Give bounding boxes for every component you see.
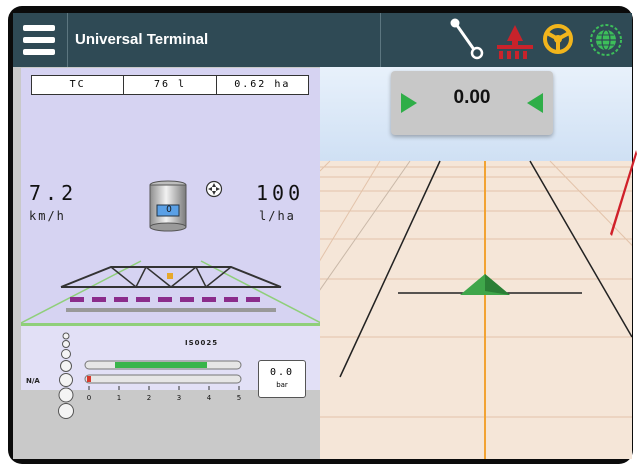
implement-link-icon[interactable] [449, 17, 485, 61]
speed-value: 7.2 [29, 181, 78, 205]
header-divider [67, 13, 68, 67]
rate-value: 100 [256, 181, 305, 205]
rate-unit: l/ha [259, 209, 296, 223]
pressure-gauge: 0 1 2 3 4 5 [84, 360, 242, 402]
scale-label: 4 [207, 394, 212, 402]
steer-left-icon [527, 93, 543, 113]
speed-unit: km/h [29, 209, 66, 223]
gnss-globe-icon[interactable] [589, 23, 623, 57]
totals-tabs: TC 76 l 0.62 ha [31, 75, 309, 95]
pressure-unit: bar [276, 381, 288, 389]
nozzle-stack-icon[interactable] [57, 331, 75, 423]
boom-diagram [21, 260, 321, 323]
scale-label: 1 [117, 394, 121, 402]
scale-label: 5 [237, 394, 241, 402]
top-bar: Universal Terminal [13, 13, 632, 67]
terminal-screen: Universal Terminal TC 76 l 0.62 ha 7.2 k… [13, 13, 632, 459]
header-divider [380, 13, 381, 67]
scale-label: 3 [177, 394, 181, 402]
nozzle-name: IS0025 [185, 339, 219, 347]
menu-icon[interactable] [23, 25, 55, 55]
tab-area[interactable]: 0.62 ha [217, 76, 308, 94]
scale-label: 2 [147, 394, 151, 402]
pressure-value: 0.0 [269, 367, 295, 378]
boom-sections-icon[interactable] [495, 21, 535, 61]
nozzle-status: N/A [26, 377, 40, 385]
callout-pointer [610, 150, 637, 236]
tab-volume[interactable]: 76 l [124, 76, 217, 94]
page-title: Universal Terminal [75, 31, 209, 48]
pressure-readout[interactable]: 0.0 bar [258, 360, 306, 398]
tab-tc[interactable]: TC [32, 76, 125, 94]
tank-level-value: 0 [166, 205, 172, 215]
scale-label: 0 [87, 394, 91, 402]
rate-adjust-icon[interactable] [205, 180, 223, 198]
cross-track-readout[interactable]: 0.00 [391, 71, 553, 135]
steering-wheel-icon[interactable] [542, 23, 574, 55]
